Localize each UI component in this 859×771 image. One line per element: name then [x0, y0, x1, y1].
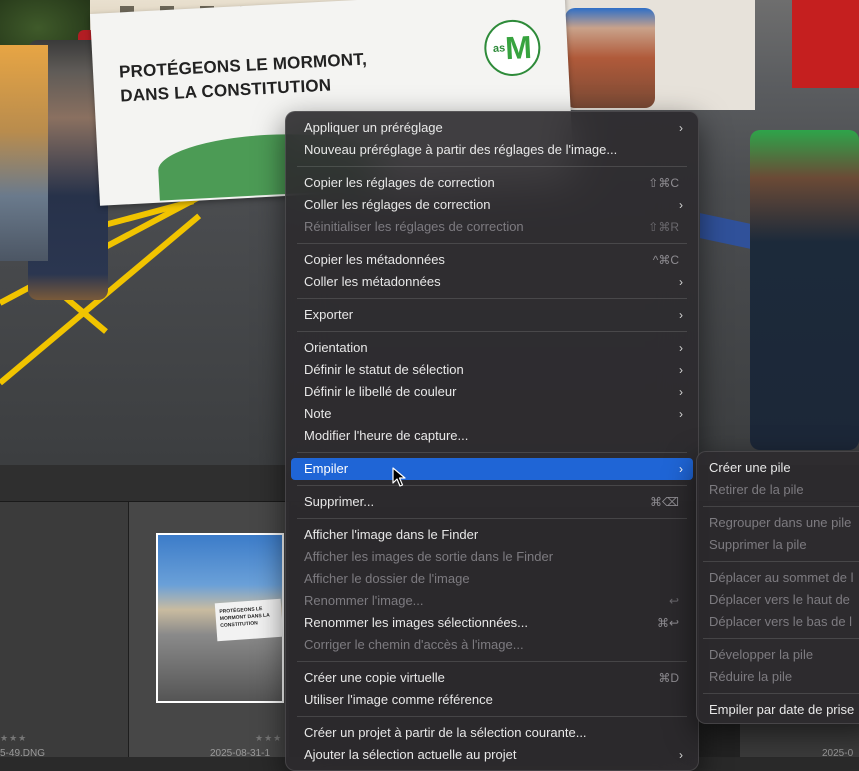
- menu-rename-image: Renommer l'image... ↩: [291, 590, 693, 612]
- thumbnail-image-selected[interactable]: PROTÉGEONS LE MORMONT DANS LA CONSTITUTI…: [156, 533, 284, 703]
- chevron-right-icon: ›: [679, 341, 683, 355]
- shortcut-label: ⇧⌘C: [648, 176, 679, 190]
- menu-separator: [297, 243, 687, 244]
- chevron-right-icon: ›: [679, 121, 683, 135]
- submenu-stack-by-date[interactable]: Empiler par date de prise: [702, 699, 859, 721]
- red-shutter: [792, 0, 859, 88]
- shortcut-label: ⌘D: [658, 671, 679, 685]
- menu-separator: [703, 638, 859, 639]
- menu-export[interactable]: Exporter ›: [291, 304, 693, 326]
- menu-orientation[interactable]: Orientation ›: [291, 337, 693, 359]
- chevron-right-icon: ›: [679, 748, 683, 762]
- rating-stars[interactable]: ★★★: [0, 733, 27, 744]
- mouse-pointer-icon: [392, 467, 406, 487]
- person-right: [565, 8, 655, 108]
- asm-logo: as M: [482, 18, 542, 78]
- menu-rename-selected[interactable]: Renommer les images sélectionnées... ⌘↩: [291, 612, 693, 634]
- menu-stack[interactable]: Empiler ›: [291, 458, 693, 480]
- thumbnail-cell[interactable]: [0, 502, 129, 757]
- menu-separator: [297, 331, 687, 332]
- menu-note[interactable]: Note ›: [291, 403, 693, 425]
- submenu-expand-stack: Développer la pile: [709, 647, 814, 662]
- menu-fix-path: Corriger le chemin d'accès à l'image...: [304, 637, 524, 652]
- submenu-group-into-stack: Regrouper dans une pile: [709, 515, 852, 530]
- shortcut-label: ↩: [668, 594, 679, 608]
- child: [750, 130, 859, 450]
- menu-show-outputs-in-finder: Afficher les images de sortie dans le Fi…: [304, 549, 554, 564]
- menu-delete[interactable]: Supprimer... ⌘⌫: [291, 491, 693, 513]
- menu-show-image-folder: Afficher le dossier de l'image: [304, 571, 470, 586]
- menu-separator: [703, 561, 859, 562]
- menu-separator: [297, 166, 687, 167]
- chevron-right-icon: ›: [679, 363, 683, 377]
- submenu-remove-from-stack: Retirer de la pile: [709, 482, 804, 497]
- thumbnail-filename: 5-49.DNG: [0, 748, 46, 759]
- menu-new-preset[interactable]: Nouveau préréglage à partir des réglages…: [291, 139, 693, 161]
- submenu-collapse-stack: Réduire la pile: [709, 669, 793, 684]
- shortcut-label: ⇧⌘R: [648, 220, 679, 234]
- menu-separator: [703, 693, 859, 694]
- chevron-right-icon: ›: [679, 308, 683, 322]
- menu-apply-preset[interactable]: Appliquer un préréglage ›: [291, 117, 693, 139]
- menu-show-in-finder[interactable]: Afficher l'image dans le Finder: [291, 524, 693, 546]
- chevron-right-icon: ›: [679, 385, 683, 399]
- submenu-create-stack[interactable]: Créer une pile: [702, 457, 859, 479]
- menu-paste-metadata[interactable]: Coller les métadonnées ›: [291, 271, 693, 293]
- menu-separator: [297, 661, 687, 662]
- menu-set-selection-status[interactable]: Définir le statut de sélection ›: [291, 359, 693, 381]
- menu-separator: [703, 506, 859, 507]
- submenu-move-up: Déplacer vers le haut de: [709, 592, 850, 607]
- menu-separator: [297, 485, 687, 486]
- shortcut-label: ⌘↩: [656, 616, 679, 630]
- chevron-right-icon: ›: [679, 462, 683, 476]
- rating-stars[interactable]: ★★★: [255, 733, 282, 744]
- shortcut-label: ⌘⌫: [650, 495, 679, 509]
- menu-use-as-reference[interactable]: Utiliser l'image comme référence: [291, 689, 693, 711]
- chevron-right-icon: ›: [679, 198, 683, 212]
- menu-create-project[interactable]: Créer un projet à partir de la sélection…: [291, 722, 693, 744]
- menu-separator: [297, 452, 687, 453]
- menu-copy-adjustments[interactable]: Copier les réglages de correction ⇧⌘C: [291, 172, 693, 194]
- submenu-delete-stack: Supprimer la pile: [709, 537, 807, 552]
- menu-separator: [297, 518, 687, 519]
- menu-separator: [297, 298, 687, 299]
- shortcut-label: ^⌘C: [652, 253, 679, 267]
- menu-reset-adjustments: Réinitialiser les réglages de correction…: [291, 216, 693, 238]
- menu-modify-capture-time[interactable]: Modifier l'heure de capture...: [291, 425, 693, 447]
- chevron-right-icon: ›: [679, 407, 683, 421]
- stack-submenu: Créer une pile Retirer de la pile Regrou…: [696, 451, 859, 724]
- menu-copy-metadata[interactable]: Copier les métadonnées ^⌘C: [291, 249, 693, 271]
- chevron-right-icon: ›: [679, 275, 683, 289]
- menu-separator: [297, 716, 687, 717]
- menu-paste-adjustments[interactable]: Coller les réglages de correction ›: [291, 194, 693, 216]
- submenu-move-down: Déplacer vers le bas de l: [709, 614, 853, 629]
- menu-create-virtual-copy[interactable]: Créer une copie virtuelle ⌘D: [291, 667, 693, 689]
- submenu-move-to-top: Déplacer au sommet de l: [709, 570, 854, 585]
- thumbnail-image[interactable]: [0, 45, 48, 261]
- thumbnail-filename: 2025-08-31-1: [210, 748, 271, 759]
- menu-set-color-label[interactable]: Définir le libellé de couleur ›: [291, 381, 693, 403]
- menu-add-to-project[interactable]: Ajouter la sélection actuelle au projet …: [291, 744, 693, 766]
- thumbnail-filename: 2025-0: [822, 748, 854, 759]
- context-menu: Appliquer un préréglage › Nouveau prérég…: [285, 111, 699, 771]
- thumbnail-banner-text: PROTÉGEONS LE MORMONT DANS LA CONSTITUTI…: [219, 606, 270, 630]
